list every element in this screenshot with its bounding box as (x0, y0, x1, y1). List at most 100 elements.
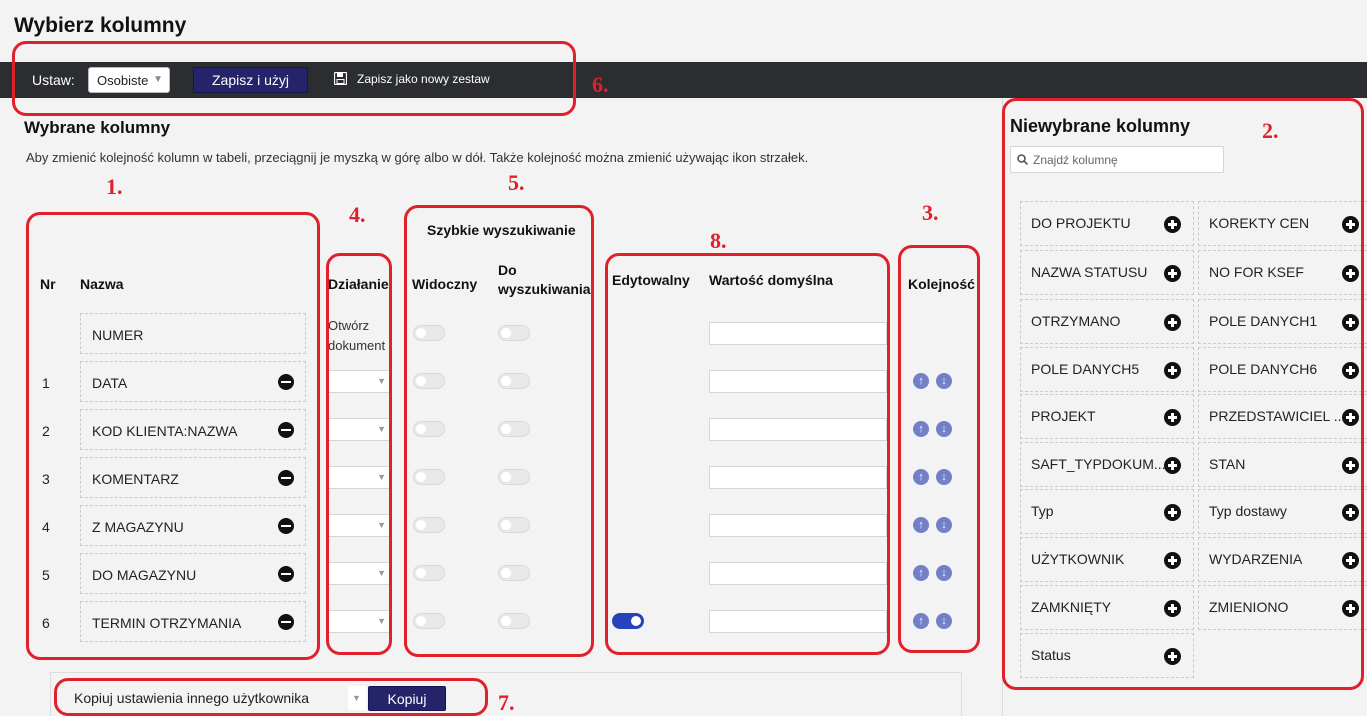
header-visible: Widoczny (412, 276, 478, 292)
unselected-column-item[interactable]: ZMIENIONO (1198, 585, 1367, 630)
column-search-input[interactable]: Znajdź kolumnę (1010, 146, 1224, 173)
remove-circle-icon[interactable] (278, 374, 294, 390)
unselected-column-item[interactable]: DO PROJEKTU (1020, 201, 1194, 246)
default-value-input[interactable] (709, 370, 887, 393)
selected-column-item[interactable]: Z MAGAZYNU (80, 505, 306, 546)
unselected-column-item[interactable]: Typ dostawy (1198, 489, 1367, 534)
default-value-input[interactable] (709, 322, 887, 345)
selected-column-item[interactable]: KOD KLIENTA:NAZWA (80, 409, 306, 450)
add-circle-icon[interactable] (1164, 600, 1181, 617)
arrow-up-icon[interactable]: ↑ (913, 613, 929, 629)
visible-toggle[interactable] (413, 421, 445, 437)
visible-toggle[interactable] (413, 325, 445, 341)
arrow-down-icon[interactable]: ↓ (936, 613, 952, 629)
arrow-down-icon[interactable]: ↓ (936, 469, 952, 485)
visible-toggle[interactable] (413, 565, 445, 581)
searchable-toggle[interactable] (498, 421, 530, 437)
arrow-down-icon[interactable]: ↓ (936, 565, 952, 581)
selected-column-item[interactable]: KOMENTARZ (80, 457, 306, 498)
default-value-input[interactable] (709, 466, 887, 489)
action-select[interactable]: ▼ (328, 562, 390, 585)
add-circle-icon[interactable] (1342, 265, 1359, 282)
selected-column-item[interactable]: TERMIN OTRZYMANIA (80, 601, 306, 642)
arrow-up-icon[interactable]: ↑ (913, 565, 929, 581)
visible-toggle[interactable] (413, 469, 445, 485)
action-select[interactable]: ▼ (328, 418, 390, 441)
unselected-column-item[interactable]: KOREKTY CEN (1198, 201, 1367, 246)
arrow-down-icon[interactable]: ↓ (936, 373, 952, 389)
searchable-toggle[interactable] (498, 517, 530, 533)
unselected-column-item[interactable]: WYDARZENIA (1198, 537, 1367, 582)
unselected-column-item[interactable]: POLE DANYCH1 (1198, 299, 1367, 344)
remove-circle-icon[interactable] (278, 470, 294, 486)
default-value-input[interactable] (709, 610, 887, 633)
searchable-toggle[interactable] (498, 613, 530, 629)
selected-column-item[interactable]: DATA (80, 361, 306, 402)
add-circle-icon[interactable] (1164, 265, 1181, 282)
default-value-input[interactable] (709, 562, 887, 585)
add-circle-icon[interactable] (1342, 362, 1359, 379)
unselected-column-item[interactable]: NO FOR KSEF (1198, 250, 1367, 295)
visible-toggle[interactable] (413, 517, 445, 533)
searchable-toggle[interactable] (498, 565, 530, 581)
searchable-toggle[interactable] (498, 325, 530, 341)
visible-toggle[interactable] (413, 613, 445, 629)
unselected-column-item[interactable]: OTRZYMANO (1020, 299, 1194, 344)
unselected-column-item[interactable]: NAZWA STATUSU (1020, 250, 1194, 295)
add-circle-icon[interactable] (1164, 504, 1181, 521)
action-select[interactable]: ▼ (328, 370, 390, 393)
add-circle-icon[interactable] (1164, 648, 1181, 665)
action-select[interactable]: ▼ (328, 514, 390, 537)
add-circle-icon[interactable] (1342, 600, 1359, 617)
unselected-column-item[interactable]: STAN (1198, 442, 1367, 487)
arrow-up-icon[interactable]: ↑ (913, 373, 929, 389)
arrow-up-icon[interactable]: ↑ (913, 517, 929, 533)
unselected-column-item[interactable]: ZAMKNIĘTY (1020, 585, 1194, 630)
add-circle-icon[interactable] (1164, 409, 1181, 426)
searchable-toggle[interactable] (498, 469, 530, 485)
default-value-input[interactable] (709, 418, 887, 441)
remove-circle-icon[interactable] (278, 614, 294, 630)
unselected-column-item[interactable]: SAFT_TYPDOKUM... (1020, 442, 1194, 487)
selected-column-item[interactable]: DO MAGAZYNU (80, 553, 306, 594)
copy-user-select[interactable]: ▼ (348, 686, 366, 710)
action-select[interactable]: ▼ (328, 466, 390, 489)
unselected-column-item[interactable]: PRZEDSTAWICIEL ... (1198, 394, 1367, 439)
chevron-down-icon: ▼ (153, 74, 163, 85)
column-name: PRZEDSTAWICIEL ... (1209, 408, 1346, 424)
arrow-up-icon[interactable]: ↑ (913, 469, 929, 485)
remove-circle-icon[interactable] (278, 422, 294, 438)
add-circle-icon[interactable] (1342, 457, 1359, 474)
add-circle-icon[interactable] (1342, 409, 1359, 426)
copy-button[interactable]: Kopiuj (368, 686, 446, 711)
default-value-input[interactable] (709, 514, 887, 537)
unselected-column-item[interactable]: PROJEKT (1020, 394, 1194, 439)
editable-toggle[interactable] (612, 613, 644, 629)
add-circle-icon[interactable] (1164, 552, 1181, 569)
preset-select[interactable]: Osobiste ▼ (88, 67, 170, 93)
add-circle-icon[interactable] (1164, 216, 1181, 233)
add-circle-icon[interactable] (1164, 362, 1181, 379)
add-circle-icon[interactable] (1342, 552, 1359, 569)
add-circle-icon[interactable] (1342, 216, 1359, 233)
remove-circle-icon[interactable] (278, 566, 294, 582)
unselected-column-item[interactable]: POLE DANYCH6 (1198, 347, 1367, 392)
unselected-column-item[interactable]: POLE DANYCH5 (1020, 347, 1194, 392)
add-circle-icon[interactable] (1164, 314, 1181, 331)
action-select[interactable]: ▼ (328, 610, 390, 633)
unselected-column-item[interactable]: Status (1020, 633, 1194, 678)
selected-column-item[interactable]: NUMER (80, 313, 306, 354)
save-as-new-set-button[interactable]: Zapisz jako nowy zestaw (333, 71, 490, 86)
searchable-toggle[interactable] (498, 373, 530, 389)
visible-toggle[interactable] (413, 373, 445, 389)
save-and-apply-button[interactable]: Zapisz i użyj (193, 67, 308, 93)
arrow-down-icon[interactable]: ↓ (936, 517, 952, 533)
add-circle-icon[interactable] (1342, 504, 1359, 521)
add-circle-icon[interactable] (1164, 457, 1181, 474)
add-circle-icon[interactable] (1342, 314, 1359, 331)
unselected-column-item[interactable]: Typ (1020, 489, 1194, 534)
unselected-column-item[interactable]: UŻYTKOWNIK (1020, 537, 1194, 582)
remove-circle-icon[interactable] (278, 518, 294, 534)
arrow-up-icon[interactable]: ↑ (913, 421, 929, 437)
arrow-down-icon[interactable]: ↓ (936, 421, 952, 437)
